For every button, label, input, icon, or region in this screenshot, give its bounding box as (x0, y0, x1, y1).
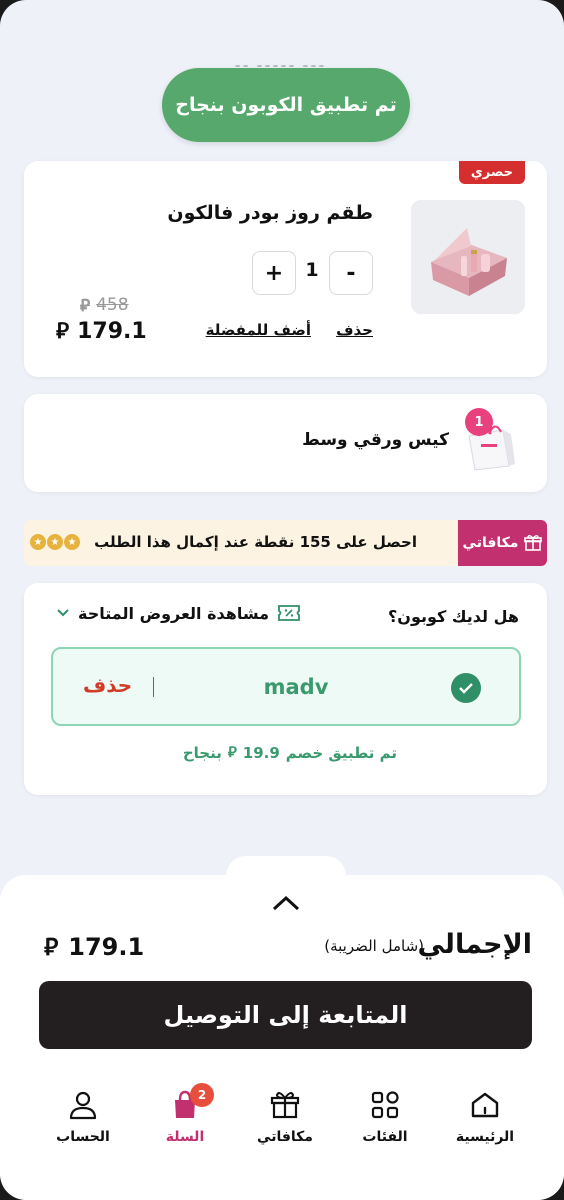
remove-item-link[interactable]: حذف (336, 321, 373, 339)
bag-quantity-badge: 1 (465, 408, 493, 436)
categories-grid-icon (371, 1091, 399, 1119)
cart-item-card: حصري طقم روز بودر فالكون - 1 + حذف أضف ل… (24, 161, 547, 377)
gift-icon (270, 1092, 300, 1119)
home-icon (471, 1092, 499, 1118)
nav-account-label: الحساب (56, 1129, 110, 1145)
chevron-down-icon (57, 609, 69, 617)
view-offers-label: مشاهدة العروض المتاحة (78, 603, 270, 623)
applied-coupon-box: madv حذف (51, 647, 521, 726)
exclusive-badge: حصري (458, 161, 525, 184)
nav-categories[interactable]: الفئات (340, 1087, 430, 1145)
nav-rewards[interactable]: مكافاتي (240, 1087, 330, 1145)
coupon-question: هل لديك كوبون؟ (388, 607, 519, 626)
total-amount-value: 179.1 (68, 932, 145, 961)
remove-coupon-button[interactable]: حذف (83, 673, 132, 697)
rewards-tab-label: مكافاتي (462, 535, 519, 551)
nav-home-label: الرئيسية (455, 1129, 515, 1145)
rewards-banner[interactable]: مكافاتي احصل على 155 نقطة عند إكمال هذا … (24, 520, 547, 566)
original-price: ⃁ 458 (80, 294, 129, 316)
product-image[interactable] (411, 200, 525, 314)
product-name[interactable]: طقم روز بودر فالكون (167, 202, 373, 224)
discounted-price-value: 179.1 (77, 318, 147, 344)
discounted-price: ⃁ 179.1 (56, 317, 147, 345)
nav-rewards-label: مكافاتي (257, 1129, 313, 1145)
coupon-success-toast: تم تطبيق الكوبون بنجاح (162, 68, 410, 142)
nav-categories-label: الفئات (362, 1129, 408, 1145)
nav-home[interactable]: الرئيسية (440, 1087, 530, 1145)
quantity-increase-button[interactable]: + (252, 251, 296, 295)
star-coin-icon: ★ (47, 534, 63, 550)
nav-account[interactable]: الحساب (38, 1087, 128, 1145)
continue-to-delivery-button[interactable]: المتابعة إلى التوصيل (39, 981, 532, 1049)
rewards-tab[interactable]: مكافاتي (458, 520, 547, 566)
total-amount: ⃁ 179.1 (44, 931, 144, 962)
order-summary-sheet: الإجمالي (شامل الضريبة) ⃁ 179.1 المتابعة… (0, 875, 564, 1200)
coupon-applied-message: تم تطبيق خصم 19.9 ⃁ بنجاح (183, 743, 397, 762)
view-offers-link[interactable]: مشاهدة العروض المتاحة (56, 603, 301, 623)
nav-cart-label: السلة (165, 1129, 205, 1145)
gift-icon (524, 535, 543, 551)
star-coin-icon: ★ (64, 534, 80, 550)
coins-icon: ★ ★ ★ (30, 534, 80, 550)
quantity-value: 1 (305, 259, 319, 281)
paper-bag-card: 1 كيس ورقي وسط (24, 394, 547, 492)
coupon-applied-suffix: بنجاح (182, 743, 222, 762)
tax-included-note: (شامل الضريبة) (324, 937, 424, 955)
rewards-points-text: احصل على 155 نقطة عند إكمال هذا الطلب (94, 533, 417, 551)
original-price-value: 458 (96, 295, 129, 315)
add-to-favorites-link[interactable]: أضف للمفضلة (206, 321, 311, 339)
riyal-currency-icon: ⃁ (227, 743, 237, 761)
chevron-up-icon[interactable] (270, 893, 302, 913)
coupon-applied-amount: 19.9 (242, 743, 280, 762)
riyal-currency-icon: ⃁ (44, 933, 59, 961)
quantity-decrease-button[interactable]: - (329, 251, 373, 295)
discount-ticket-icon (278, 605, 300, 621)
star-coin-icon: ★ (30, 534, 46, 550)
nav-cart[interactable]: 2 السلة (140, 1083, 230, 1145)
user-icon (69, 1091, 97, 1120)
cart-screen: ⁃⁃ ⁃⁃⁃⁃⁃ ⁃⁃⁃ تم تطبيق الكوبون بنجاح حصري… (0, 0, 564, 1200)
cart-count-badge: 2 (190, 1083, 214, 1107)
coupon-applied-prefix: تم تطبيق خصم (285, 743, 397, 762)
riyal-currency-icon: ⃁ (56, 319, 70, 344)
paper-bag-label: كيس ورقي وسط (302, 430, 449, 450)
coupon-card: هل لديك كوبون؟ مشاهدة العروض المتاحة mad… (24, 583, 547, 795)
total-label: الإجمالي (417, 929, 532, 960)
riyal-currency-icon: ⃁ (80, 296, 91, 316)
divider (153, 677, 154, 697)
